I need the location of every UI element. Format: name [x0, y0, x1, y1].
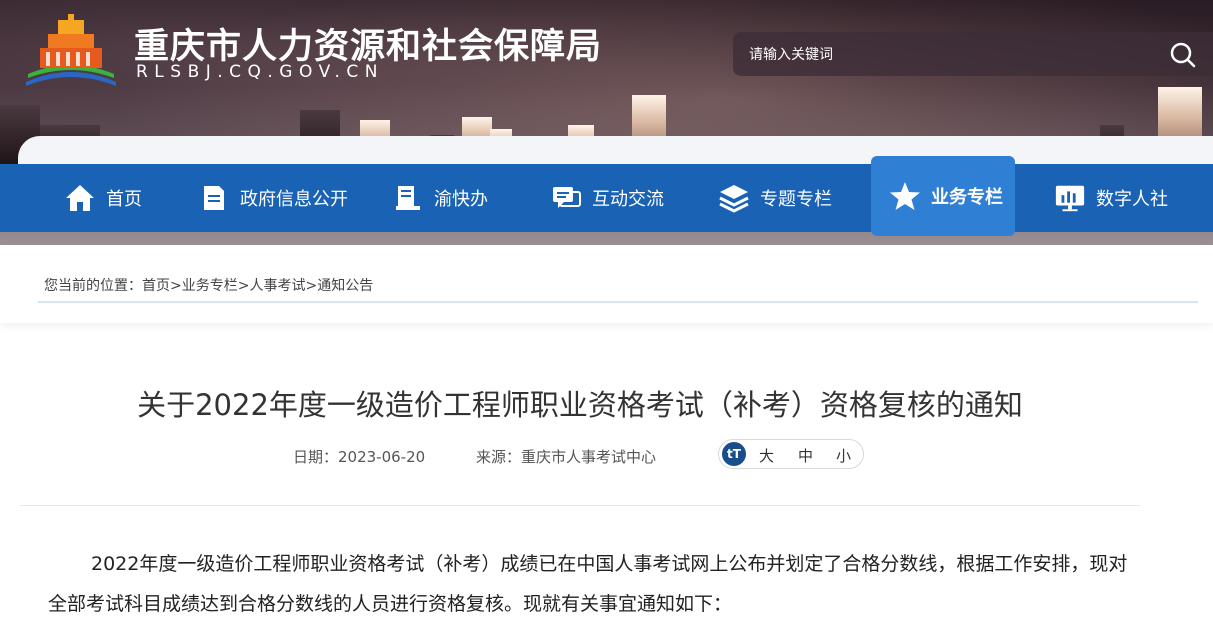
nav-label: 互动交流	[592, 189, 664, 210]
breadcrumb-prefix: 您当前的位置：	[44, 278, 142, 294]
article-title: 关于2022年度一级造价工程师职业资格考试（补考）资格复核的通知	[137, 388, 1023, 422]
search-icon[interactable]	[1169, 41, 1197, 69]
breadcrumb-separator: >	[170, 278, 182, 294]
search-input[interactable]	[747, 43, 1151, 67]
nav-item-business[interactable]: 业务专栏	[871, 156, 1015, 236]
breadcrumb-section: 您当前的位置：首页>业务专栏>人事考试>通知公告	[0, 245, 1213, 323]
nav-item-gov-info[interactable]: 政府信息公开	[198, 164, 348, 232]
home-icon	[64, 182, 96, 214]
article-date: 日期：2023-06-20	[293, 448, 426, 466]
nav-item-yukuaiban[interactable]: 渝快办	[392, 164, 488, 232]
article-body: 2022年度一级造价工程师职业资格考试（补考）成绩已在中国人事考试网上公布并划定…	[48, 553, 1128, 615]
monitor-chart-icon	[1054, 182, 1086, 214]
breadcrumb-exam[interactable]: 人事考试	[249, 278, 305, 294]
nav-label: 渝快办	[434, 189, 488, 210]
breadcrumb-separator: >	[237, 278, 250, 294]
content-divider	[20, 505, 1140, 506]
chat-icon	[550, 182, 582, 214]
site-logo[interactable]	[22, 12, 120, 88]
nav-label: 专题专栏	[760, 189, 832, 210]
article-source: 来源：重庆市人事考试中心	[476, 448, 657, 466]
search-bar	[733, 32, 1213, 76]
nav-item-digital-hr[interactable]: 数字人社	[1054, 164, 1168, 232]
site-domain: RLSBJ.CQ.GOV.CN	[136, 62, 384, 82]
nav-item-special-topics[interactable]: 专题专栏	[718, 164, 832, 232]
service-icon	[392, 182, 424, 214]
breadcrumb-separator: >	[305, 278, 318, 294]
nav-item-interaction[interactable]: 互动交流	[550, 164, 664, 232]
nav-label: 数字人社	[1096, 189, 1168, 210]
font-size-control: tT 大 中 小	[718, 439, 864, 469]
font-size-small[interactable]: 小	[836, 445, 851, 466]
nav-label: 业务专栏	[931, 187, 1003, 208]
breadcrumb-notices[interactable]: 通知公告	[317, 278, 373, 294]
main-nav: 首页 政府信息公开 渝快办 互动交流 专题专栏 业务专栏 数字人社	[0, 156, 1213, 236]
document-icon	[198, 182, 230, 214]
nav-item-home[interactable]: 首页	[64, 164, 142, 232]
breadcrumb-divider	[38, 301, 1198, 303]
font-size-medium[interactable]: 中	[798, 445, 813, 466]
breadcrumb-home[interactable]: 首页	[142, 278, 170, 294]
nav-label: 首页	[106, 189, 142, 210]
font-size-large[interactable]: 大	[759, 445, 774, 466]
font-size-icon: tT	[722, 442, 746, 466]
breadcrumb-business[interactable]: 业务专栏	[182, 278, 238, 294]
layers-icon	[718, 182, 750, 214]
breadcrumb: 您当前的位置：首页>业务专栏>人事考试>通知公告	[44, 275, 373, 295]
star-icon	[889, 180, 921, 212]
nav-label: 政府信息公开	[240, 189, 348, 210]
